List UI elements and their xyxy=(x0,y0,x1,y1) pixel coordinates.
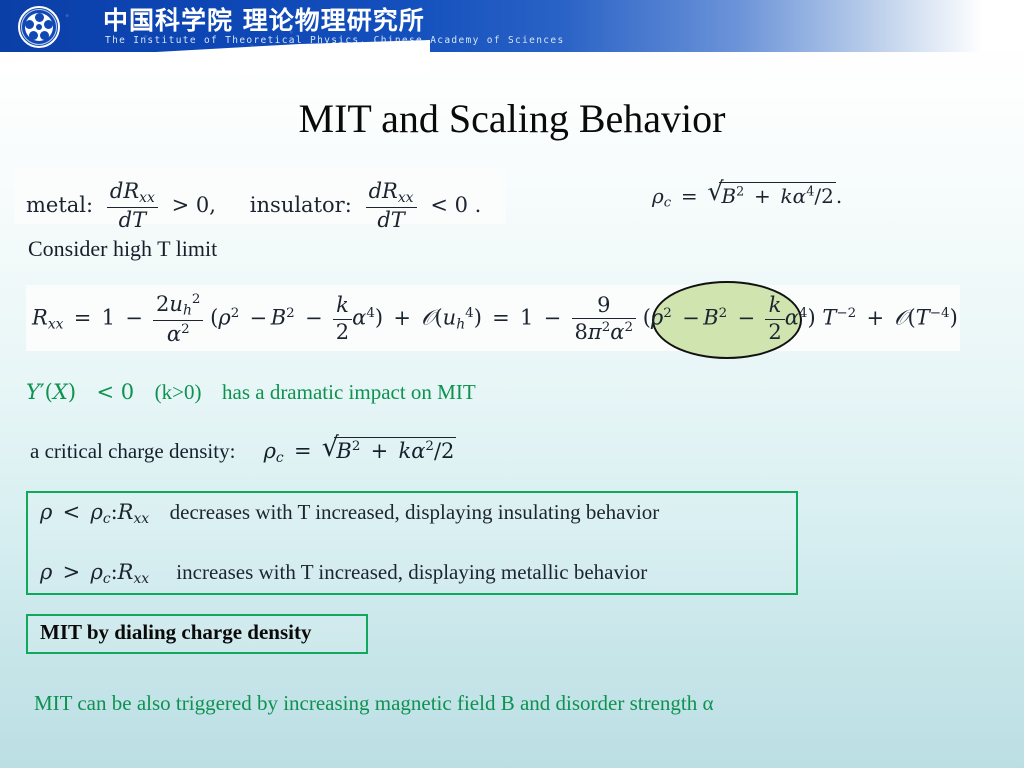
highlighted-B: B xyxy=(703,305,719,330)
two-uh-squared-over-alpha-squared: 2uh2 α2 xyxy=(153,292,204,346)
rho-subscript: c xyxy=(663,195,672,211)
rho-c-top-formula: ρc = B2 + kα4/2 . xyxy=(652,180,842,211)
metallic-behavior-line: ρ > ρc:Rxx increases with T increased, d… xyxy=(40,560,648,587)
rxx-equation: Rxx = 1 − 2uh2 α2 (ρ2 − B2 − k 2 α4) + 𝒪(… xyxy=(32,291,958,346)
institute-chinese-title: 中国科学院 理论物理研究所 xyxy=(103,6,425,35)
critical-density-label: a critical charge density: xyxy=(30,439,236,463)
alpha-symbol: α xyxy=(792,184,807,208)
T-symbol-main: T xyxy=(822,305,837,330)
T-symbol: T xyxy=(132,208,147,233)
metal-relation: > 0, xyxy=(171,192,216,217)
logo-container xyxy=(0,0,118,66)
dialing-charge-density-text: MIT by dialing charge density xyxy=(40,620,312,644)
rho-c-mid-formula: ρc = B2 + kα2/2 xyxy=(264,435,457,466)
square-root-icon-2: B2 + kα2/2 xyxy=(322,435,457,463)
highlighted-k-over-2: k 2 xyxy=(765,293,785,344)
metal-derivative: dRxx dT xyxy=(106,179,158,233)
equals-sign: = xyxy=(680,184,698,208)
B-symbol: B xyxy=(721,184,737,208)
yprime-impact-line: Y′(X) < 0 (k>0) has a dramatic impact on… xyxy=(26,380,476,404)
highlighted-minus-2: − xyxy=(737,305,756,330)
bottom-summary-line: MIT can be also triggered by increasing … xyxy=(34,691,714,715)
insulating-behavior-line: ρ < ρc:Rxx decreases with T increased, d… xyxy=(40,500,660,527)
k-over-2: k 2 xyxy=(332,293,353,344)
metallic-behavior-text: increases with T increased, displaying m… xyxy=(176,560,648,584)
insulating-behavior-text: decreases with T increased, displaying i… xyxy=(169,500,660,524)
insulator-label: insulator: xyxy=(249,192,352,217)
big-o-symbol: 𝒪 xyxy=(421,305,435,330)
logo-core xyxy=(36,24,42,30)
greater-than-sign: > xyxy=(62,560,81,584)
critical-charge-density-line: a critical charge density: ρc = B2 + kα2… xyxy=(30,435,457,466)
yprime-tail-text: has a dramatic impact on MIT xyxy=(222,380,476,404)
logo-petals xyxy=(25,13,53,41)
k-symbol: k xyxy=(780,184,793,208)
Y-symbol: Y xyxy=(26,380,40,404)
nine-over-8pi2alpha2: 9 8π2α2 xyxy=(571,293,636,345)
square-root-icon: B2 + kα4/2 xyxy=(707,180,836,208)
cas-atom-logo-icon xyxy=(18,6,60,48)
header-banner: 中国科学院 理论物理研究所 The Institute of Theoretic… xyxy=(0,0,1024,52)
metal-label: metal: xyxy=(26,192,94,217)
big-o-symbol-2: 𝒪 xyxy=(894,305,908,330)
insulator-relation: < 0 . xyxy=(430,192,482,217)
k-condition: (k>0) xyxy=(154,380,202,404)
R-symbol: R xyxy=(123,179,140,203)
yprime-relation: < 0 xyxy=(96,380,135,404)
slide-title: MIT and Scaling Behavior xyxy=(298,96,726,141)
X-symbol: X xyxy=(52,380,68,404)
Rxx-symbol: R xyxy=(32,305,48,330)
highlighted-minus-1: − xyxy=(682,305,700,330)
metal-insulator-definition: metal: dRxx dT > 0, insulator: dRxx dT <… xyxy=(26,179,482,233)
d-symbol: d xyxy=(109,179,124,203)
consider-high-t-line: Consider high T limit xyxy=(28,236,218,261)
rho-symbol: ρ xyxy=(652,184,664,208)
insulator-derivative: dRxx dT xyxy=(365,179,417,233)
less-than-sign: < xyxy=(62,500,81,524)
